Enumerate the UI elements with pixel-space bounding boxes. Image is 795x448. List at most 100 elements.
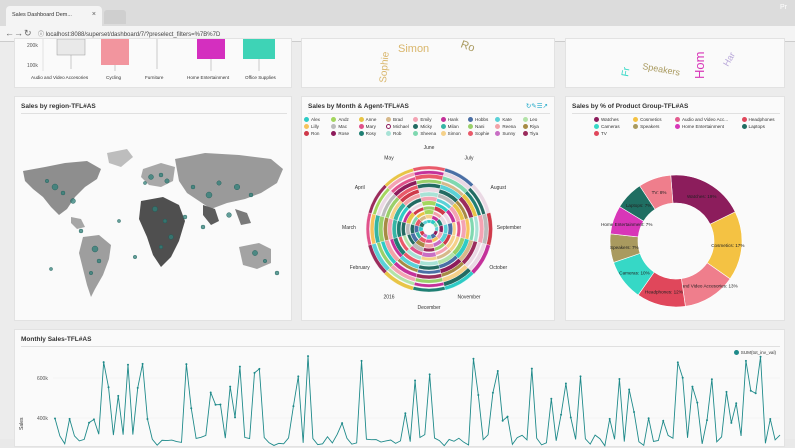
sunburst-arc [415,273,443,280]
monthly-sales-panel: Monthly Sales-TFL#AS SUM(tot_inv_val) Sa… [14,329,785,447]
data-point [706,419,709,422]
donut-slice-label: TV: 8% [652,190,667,195]
data-point [214,403,217,406]
sunburst-arc [425,238,433,244]
data-point [608,417,611,420]
month-label: April [355,185,365,191]
data-point [501,419,504,422]
browser-tab[interactable]: Sales Dashboard Dem... × [6,6,102,26]
world-map[interactable] [15,97,293,322]
month-label: May [384,156,394,162]
data-point [579,375,582,378]
data-point [472,357,475,360]
y-tick-label: 400k [37,416,48,422]
data-point [569,416,572,419]
donut-slice-label: Cosmetics: 17% [711,243,744,248]
cloud-word: Fr [620,66,633,78]
cloud-word: Simon [398,43,429,55]
cloud-word: Speakers [642,61,682,78]
data-point [759,355,762,358]
data-point [477,393,480,396]
data-point [102,361,105,364]
region-panel: Sales by region-TFL#AS [14,96,292,321]
month-label: October [489,265,507,271]
profile-corner-label: Pr [780,4,787,11]
data-point [292,405,295,408]
box-category-label: Office Supplies [245,75,277,80]
data-point [107,386,110,389]
month-agent-panel: Sales by Month & Agent-TFL#AS ↻✎☰↗ Alex A… [301,96,555,321]
data-point [117,394,120,397]
data-point [496,370,499,373]
data-point [234,416,237,419]
box-category-label: Home Entertainment [187,75,230,80]
cloud-word: Sophie [378,51,392,83]
close-tab-icon[interactable]: × [92,11,96,18]
monthly-sales-line-chart[interactable]: Sales 600k 400k [15,330,786,448]
y-tick-label: 600k [37,376,48,382]
sunburst-arc [447,222,453,236]
tab-title: Sales Dashboard Dem... [12,12,72,18]
sunburst-arc [469,217,475,241]
data-point [297,375,300,378]
data-point [428,373,431,376]
box-category-label: Furniture [145,75,164,80]
data-point [238,365,241,368]
data-point [506,415,509,418]
donut-slice-label: Cameras: 10% [619,270,649,275]
box-home-ent [197,39,225,59]
word-cloud-panel-1: Simon Sophie Ro [301,38,555,88]
data-point [190,407,193,410]
month-label: December [417,305,440,311]
box-audio [56,38,86,56]
data-point [54,417,56,420]
month-label: February [350,265,371,271]
data-point [68,417,71,420]
data-point [258,367,261,370]
cloud-word: Har [721,50,737,68]
data-point [136,386,139,389]
data-point [560,413,563,416]
data-point [209,391,212,394]
data-point [92,418,95,421]
data-point [691,385,694,388]
url-field[interactable]: ⓘ localhost:8088/superset/dashboard/7/?p… [38,29,220,38]
box-office [243,39,275,59]
cloud-word: Hom [692,52,707,79]
data-point [491,391,494,394]
sunburst-arc [410,223,415,235]
data-point [141,362,144,365]
month-label: July [465,156,474,162]
data-point [710,378,713,381]
back-arrow-icon[interactable]: ← [5,28,14,38]
data-point [628,388,631,391]
sunburst-arc [405,222,411,236]
month-label: November [457,294,480,300]
box-category-label: Audio and Video Accesories [31,75,89,80]
cloud-word: Ro [459,39,476,55]
sunburst-arc [414,224,420,234]
sunburst-arc [422,247,436,252]
word-cloud-2: Fr Speakers Hom Har [620,50,737,79]
word-cloud-1: Simon Sophie Ro [378,39,476,84]
sunburst-arc [425,214,433,220]
product-donut-chart[interactable]: Watches: 19%Cosmetics: 17%Audio and Vide… [566,97,786,322]
data-point [126,363,129,366]
data-point [730,421,733,424]
data-point [744,359,747,362]
data-point [725,390,728,393]
new-tab-button[interactable] [104,10,126,24]
forward-arrow-icon[interactable]: → [14,28,23,38]
data-point [754,392,757,395]
browser-tab-bar: Sales Dashboard Dem... × Pr [0,0,795,26]
donut-slice-label: Headphones: 12% [645,290,683,295]
data-point [676,361,679,364]
box-plot-panel: 200k 100k Audio and Video Accesories Cyc… [14,38,292,88]
data-point [618,377,621,380]
month-agent-sunburst[interactable]: June July August September October November De… [302,97,556,322]
donut-slice-label: Speakers: 7% [610,245,639,250]
month-label: June [424,145,435,151]
data-point [530,367,533,370]
box-category-label: Cycling [106,75,122,80]
sunburst-arc [419,260,439,266]
